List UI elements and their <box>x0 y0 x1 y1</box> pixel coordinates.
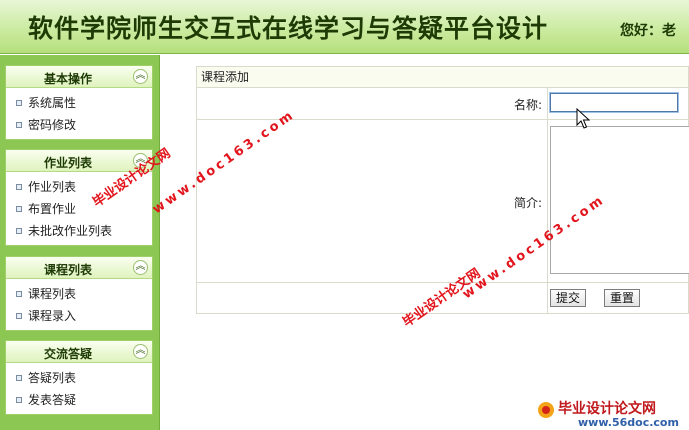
panel-courses: 课程列表 ︽ 课程列表 课程录入 <box>5 256 153 331</box>
main-content: 课程添加 名称: 简介: 提交 重置 <box>161 55 689 430</box>
sidebar-item-system-properties[interactable]: 系统属性 <box>6 92 152 114</box>
mouse-cursor-icon <box>576 108 590 129</box>
panel-title: 交流答疑 <box>43 347 92 361</box>
sidebar-item-course-list[interactable]: 课程列表 <box>6 283 152 305</box>
bullet-icon <box>16 291 22 297</box>
course-add-form: 课程添加 名称: 简介: 提交 重置 <box>196 66 689 314</box>
form-title: 课程添加 <box>197 67 688 88</box>
column-divider <box>547 283 548 313</box>
panel-title: 课程列表 <box>43 263 92 277</box>
sidebar-item-ungraded-homework[interactable]: 未批改作业列表 <box>6 220 152 242</box>
sidebar-item-course-entry[interactable]: 课程录入 <box>6 305 152 327</box>
reset-button[interactable]: 重置 <box>604 289 640 307</box>
sidebar: 基本操作 ︽ 系统属性 密码修改 作业列表 ︽ 作业列表 布置作业 未批改作业列… <box>0 55 160 430</box>
bullet-icon <box>16 206 22 212</box>
logo-url: www.56doc.com <box>578 416 679 429</box>
submit-button[interactable]: 提交 <box>550 289 586 307</box>
logo-text: 毕业设计论文网 <box>558 401 656 417</box>
sidebar-item-post-question[interactable]: 发表答疑 <box>6 389 152 411</box>
bullet-icon <box>16 313 22 319</box>
bullet-icon <box>16 228 22 234</box>
column-divider <box>547 120 548 282</box>
bullet-icon <box>16 184 22 190</box>
panel-header[interactable]: 基本操作 ︽ <box>6 66 152 88</box>
panel-title: 作业列表 <box>43 156 92 170</box>
panel-basic-operations: 基本操作 ︽ 系统属性 密码修改 <box>5 65 153 140</box>
watermark-logo: 毕业设计论文网 www.56doc.com <box>528 396 689 430</box>
intro-label: 简介: <box>513 196 542 210</box>
column-divider <box>547 88 548 119</box>
bullet-icon <box>16 397 22 403</box>
bullet-icon <box>16 100 22 106</box>
sidebar-item-assign-homework[interactable]: 布置作业 <box>6 198 152 220</box>
collapse-icon[interactable]: ︽ <box>133 69 148 84</box>
app-header: 软件学院师生交互式在线学习与答疑平台设计 您好：老 <box>0 0 689 54</box>
panel-title: 基本操作 <box>43 72 92 86</box>
bullet-icon <box>16 375 22 381</box>
name-label: 名称: <box>513 98 542 112</box>
collapse-icon[interactable]: ︽ <box>133 260 148 275</box>
course-intro-textarea[interactable] <box>550 126 689 274</box>
course-name-input[interactable] <box>549 92 679 113</box>
user-greeting: 您好：老 <box>620 23 676 39</box>
panel-qa: 交流答疑 ︽ 答疑列表 发表答疑 <box>5 340 153 415</box>
intro-row: 简介: <box>197 120 689 283</box>
sidebar-item-qa-list[interactable]: 答疑列表 <box>6 367 152 389</box>
logo-icon <box>538 402 554 418</box>
collapse-icon[interactable]: ︽ <box>133 344 148 359</box>
app-title: 软件学院师生交互式在线学习与答疑平台设计 <box>28 14 549 43</box>
name-row: 名称: <box>197 88 688 120</box>
panel-header[interactable]: 课程列表 ︽ <box>6 257 152 279</box>
bullet-icon <box>16 122 22 128</box>
panel-header[interactable]: 交流答疑 ︽ <box>6 341 152 363</box>
sidebar-item-change-password[interactable]: 密码修改 <box>6 114 152 136</box>
